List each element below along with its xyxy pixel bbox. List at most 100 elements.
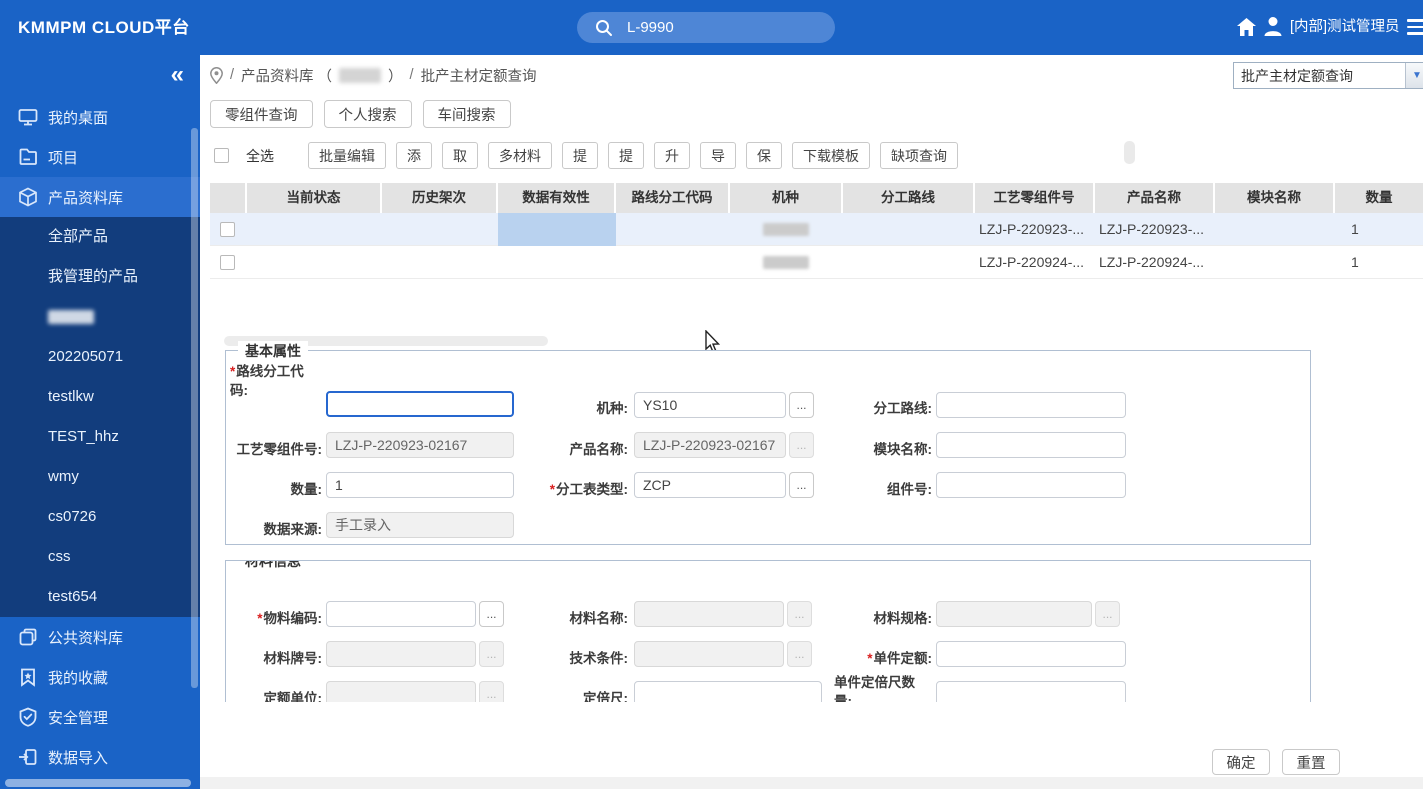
sidebar: « 我的桌面 项目 产品资料库 全部产品 我管理的产品 202205071 te… (0, 55, 200, 789)
content-bottom-scrollbar-track[interactable] (200, 777, 1423, 789)
table-row[interactable]: LZJ-P-220923-... LZJ-P-220923-... 1 (210, 213, 1423, 246)
breadcrumb-separator: / (230, 67, 234, 83)
submenu-item[interactable]: testlkw (0, 377, 200, 417)
field-label: 材料规格: (792, 607, 932, 627)
quota-unit-input (326, 681, 476, 702)
sidebar-item-desktop[interactable]: 我的桌面 (0, 97, 200, 137)
cancel-button[interactable]: 取 (442, 142, 478, 169)
field-label: 材料牌号: (227, 647, 322, 667)
sidebar-item-public-library[interactable]: 公共资料库 (0, 617, 200, 657)
row-checkbox[interactable] (220, 222, 235, 237)
submenu-item-redacted[interactable] (0, 297, 200, 337)
sidebar-item-projects[interactable]: 项目 (0, 137, 200, 177)
field-label: 材料名称: (488, 607, 628, 627)
breadcrumb-page[interactable]: 批产主材定额查询 (421, 65, 537, 86)
qty-input[interactable] (326, 472, 514, 498)
sidebar-item-product-library[interactable]: 产品资料库 (0, 177, 200, 217)
route-input[interactable] (936, 392, 1126, 418)
current-user-label[interactable]: [内部]测试管理员 (1290, 0, 1400, 55)
upgrade-button[interactable]: 升 (654, 142, 690, 169)
column-header[interactable]: 历史架次 (382, 183, 498, 213)
column-header[interactable]: 模块名称 (1215, 183, 1335, 213)
export-button[interactable]: 导 (700, 142, 736, 169)
submenu-item[interactable]: test654 (0, 577, 200, 617)
sidebar-horizontal-scrollbar[interactable] (5, 779, 191, 787)
module-name-input[interactable] (936, 432, 1126, 458)
breadcrumb-library[interactable]: 产品资料库 (241, 65, 314, 86)
query-tabs: 零组件查询 个人搜索 车间搜索 (210, 100, 511, 128)
row-checkbox[interactable] (220, 255, 235, 270)
shield-check-icon (18, 707, 38, 727)
download-template-button[interactable]: 下载模板 (792, 142, 870, 169)
submenu-item[interactable]: TEST_hhz (0, 417, 200, 457)
field-label: 技术条件: (488, 647, 628, 667)
redacted-value (763, 223, 809, 236)
column-header[interactable]: 数量 (1335, 183, 1423, 213)
unit-quota-input[interactable] (936, 641, 1126, 667)
column-header[interactable]: 工艺零组件号 (975, 183, 1095, 213)
tab-part-query[interactable]: 零组件查询 (210, 100, 313, 128)
machine-input[interactable] (634, 392, 786, 418)
part-no-input (326, 432, 514, 458)
add-button[interactable]: 添 (396, 142, 432, 169)
tab-personal-search[interactable]: 个人搜索 (324, 100, 412, 128)
sidebar-vertical-scrollbar[interactable] (191, 128, 198, 688)
column-header[interactable]: 当前状态 (247, 183, 382, 213)
user-icon[interactable] (1263, 15, 1283, 37)
column-header[interactable]: 机种 (730, 183, 843, 213)
field-label: 数量: (227, 478, 322, 498)
table-type-input[interactable] (634, 472, 786, 498)
sidebar-collapse-icon[interactable]: « (171, 61, 184, 89)
global-search[interactable]: L-9990 (577, 12, 835, 43)
route-code-input[interactable] (326, 391, 514, 417)
cube-icon (18, 187, 38, 207)
unit-fixed-length-qty-input[interactable] (936, 681, 1126, 702)
save-button[interactable]: 保 (746, 142, 782, 169)
sidebar-item-favorites[interactable]: 我的收藏 (0, 657, 200, 697)
fieldset-legend: 基本属性 (238, 341, 308, 361)
field-label: *物料编码: (227, 607, 322, 627)
breadcrumb-separator: / (410, 67, 414, 83)
submenu-item-all-products[interactable]: 全部产品 (0, 217, 200, 257)
submenu-item[interactable]: cs0726 (0, 497, 200, 537)
submenu-item[interactable]: css (0, 537, 200, 577)
select-all-checkbox[interactable] (214, 148, 229, 163)
material-spec-lookup-button: ... (1095, 601, 1120, 627)
sidebar-item-security[interactable]: 安全管理 (0, 697, 200, 737)
column-header[interactable]: 数据有效性 (498, 183, 616, 213)
submit-button-1[interactable]: 提 (562, 142, 598, 169)
home-icon[interactable] (1236, 17, 1257, 37)
toolbar-scrollbar-thumb[interactable] (1124, 141, 1135, 164)
submit-button-2[interactable]: 提 (608, 142, 644, 169)
chevron-down-icon[interactable]: ▼ (1405, 63, 1423, 88)
field-label: 单件定倍尺数量: (834, 673, 926, 702)
reset-button[interactable]: 重置 (1282, 749, 1340, 775)
bookmark-star-icon (18, 667, 38, 687)
menu-icon[interactable] (1407, 19, 1423, 39)
material-code-input[interactable] (326, 601, 476, 627)
redacted-value (763, 256, 809, 269)
sidebar-item-label: 产品资料库 (48, 187, 123, 208)
missing-item-query-button[interactable]: 缺项查询 (880, 142, 958, 169)
column-header[interactable]: 分工路线 (843, 183, 975, 213)
field-label: 机种: (488, 397, 628, 417)
field-label: 定倍尺: (488, 687, 628, 702)
fixed-length-input[interactable] (634, 681, 822, 702)
table-row[interactable]: LZJ-P-220924-... LZJ-P-220924-... 1 (210, 246, 1423, 279)
multi-material-button[interactable]: 多材料 (488, 142, 552, 169)
paren-open: （ (318, 65, 333, 86)
app-title: KMMPM CLOUD平台 (18, 0, 190, 55)
component-no-input[interactable] (936, 472, 1126, 498)
sidebar-item-data-import[interactable]: 数据导入 (0, 737, 200, 777)
validity-cell-selected[interactable] (498, 213, 616, 246)
batch-edit-button[interactable]: 批量编辑 (308, 142, 386, 169)
page-selector-dropdown[interactable]: 批产主材定额查询 ▼ (1233, 62, 1423, 89)
search-input[interactable]: L-9990 (627, 19, 674, 36)
submenu-item-my-products[interactable]: 我管理的产品 (0, 257, 200, 297)
column-header[interactable]: 路线分工代码 (616, 183, 730, 213)
submenu-item[interactable]: 202205071 (0, 337, 200, 377)
confirm-button[interactable]: 确定 (1212, 749, 1270, 775)
submenu-item[interactable]: wmy (0, 457, 200, 497)
tab-workshop-search[interactable]: 车间搜索 (423, 100, 511, 128)
column-header[interactable]: 产品名称 (1095, 183, 1215, 213)
